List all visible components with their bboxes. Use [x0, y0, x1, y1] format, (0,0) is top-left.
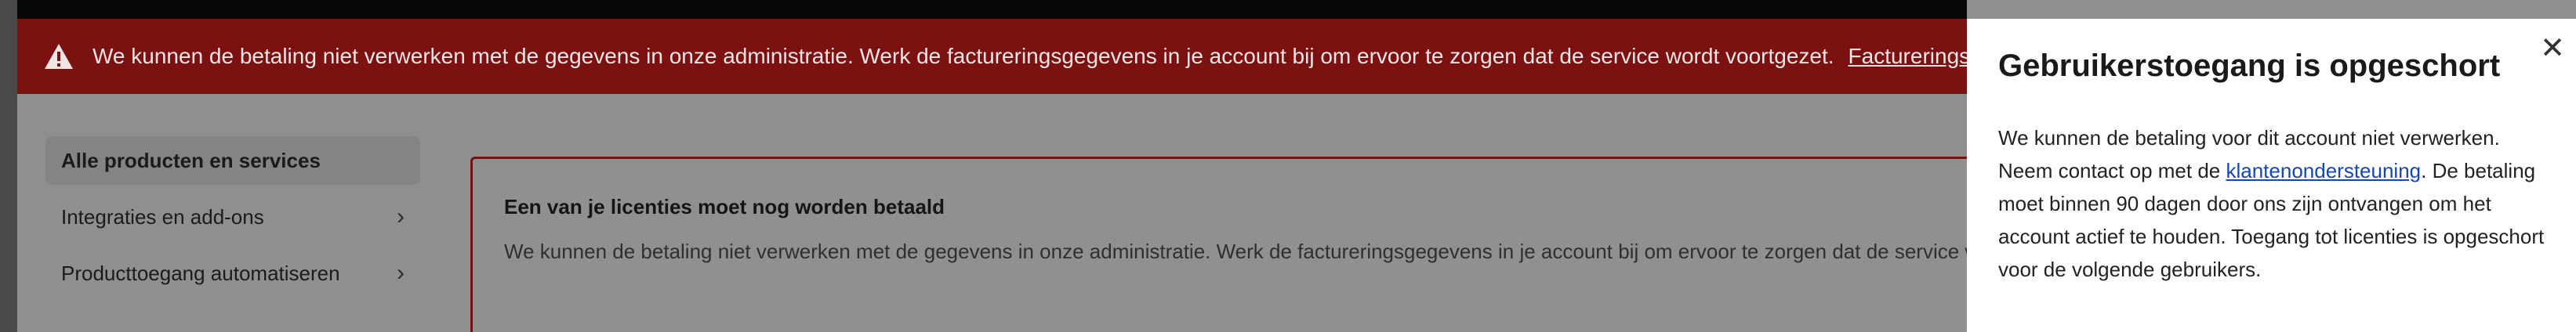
sidebar-item-integrations[interactable]: Integraties en add-ons › — [45, 193, 420, 241]
sidebar-item-label: Alle producten en services — [61, 148, 321, 172]
left-rail — [0, 0, 17, 332]
drawer-description: We kunnen de betaling voor dit account n… — [1998, 121, 2554, 286]
close-icon[interactable]: ✕ — [2538, 34, 2567, 63]
chevron-right-icon: › — [397, 204, 405, 229]
update-billing-link[interactable]: Factureringsgegevens bijwerken — [1849, 44, 1967, 69]
warning-icon — [44, 42, 74, 70]
sidebar-item-all-products[interactable]: Alle producten en services — [45, 136, 420, 185]
sidebar-item-label: Producttoegang automatiseren — [61, 261, 340, 285]
notice-body: We kunnen de betaling niet verwerken met… — [504, 240, 1991, 263]
top-bar — [17, 0, 1967, 19]
payment-notice-card: Een van je licenties moet nog worden bet… — [470, 157, 1991, 332]
suspension-drawer: ✕ Gebruikerstoegang is opgeschort We kun… — [1967, 19, 2576, 332]
chevron-right-icon: › — [397, 260, 405, 286]
customer-support-link[interactable]: klantenondersteuning — [2226, 159, 2421, 182]
banner-message: We kunnen de betaling niet verwerken met… — [93, 44, 1834, 68]
sidebar-item-label: Integraties en add-ons — [61, 204, 264, 229]
notice-title: Een van je licenties moet nog worden bet… — [504, 195, 945, 218]
drawer-title: Gebruikerstoegang is opgeschort — [1998, 49, 2501, 83]
billing-error-banner: We kunnen de betaling niet verwerken met… — [17, 19, 1967, 94]
sidebar-item-automate-access[interactable]: Producttoegang automatiseren › — [45, 249, 420, 298]
sidebar-nav: Alle producten en services Integraties e… — [45, 136, 420, 305]
